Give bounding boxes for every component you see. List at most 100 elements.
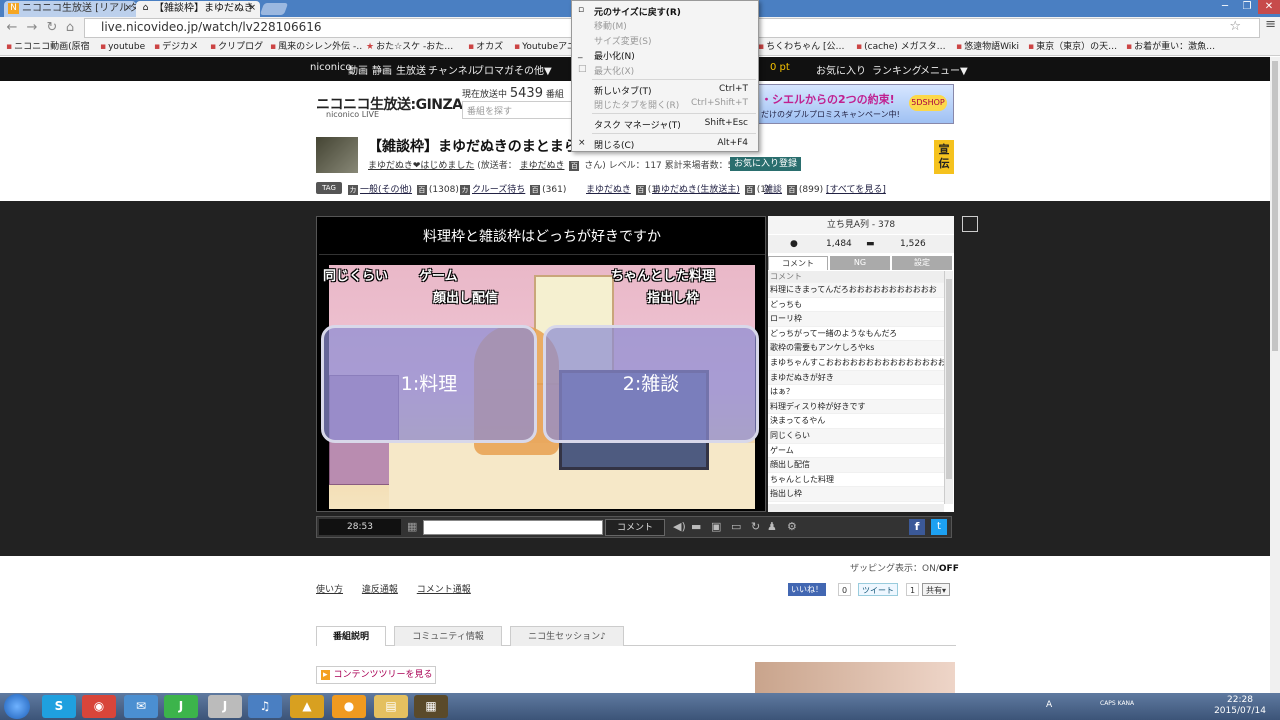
close-tab-icon[interactable]: × xyxy=(124,1,132,16)
menu-close[interactable]: 閉じる(C) xyxy=(594,138,634,151)
fullscreen-toggle[interactable] xyxy=(962,216,978,232)
home-icon[interactable]: ⌂ xyxy=(62,20,78,36)
comment-toggle-icon[interactable]: ▬ xyxy=(691,520,701,533)
comment-row[interactable]: 歌枠の需要もアンケしろやks xyxy=(768,341,944,356)
bookmark-item[interactable]: ▪ オカズ xyxy=(468,40,510,54)
ng-icon[interactable]: ▣ xyxy=(711,520,721,533)
add-favorite-button[interactable]: お気に入り登録 xyxy=(730,157,802,171)
see-all-tags-link[interactable]: [すべてを見る] xyxy=(826,182,886,195)
menu-task-manager[interactable]: タスク マネージャ(T) xyxy=(594,118,681,131)
comment-row[interactable]: 決まってるやん xyxy=(768,414,944,429)
tab-comments[interactable]: コメント xyxy=(768,256,828,270)
comment-row[interactable]: 顔出し配信 xyxy=(768,458,944,473)
comment-row[interactable]: 料理ディスり枠が好きです xyxy=(768,399,944,415)
tag-item[interactable]: まゆだぬき 百 (1) xyxy=(586,182,660,195)
tab-community-info[interactable]: コミュニティ情報 xyxy=(394,626,502,646)
dictionary-icon[interactable]: 百 xyxy=(569,161,580,171)
jdownloader-icon[interactable]: J xyxy=(208,695,242,718)
post-comment-button[interactable]: コメント xyxy=(605,519,665,536)
taskbar-clock[interactable]: 22:28 2015/07/14 xyxy=(1212,695,1268,717)
content-tree-button[interactable]: ▸ コンテンツツリーを見る xyxy=(316,666,436,684)
comment-row[interactable]: どっちがって一緒のようなもんだろ xyxy=(768,327,944,342)
video-player[interactable]: 料理枠と雑談枠はどっちが好きですか 同じくらい ゲーム 顔出し配信 ちゃんとした… xyxy=(316,216,766,512)
close-tab-icon[interactable]: × xyxy=(248,1,256,16)
bookmark-item[interactable]: ▪ ちくわちゃん [公… xyxy=(758,40,850,54)
start-button[interactable] xyxy=(4,694,30,719)
tag-badge[interactable]: TAG xyxy=(316,182,342,194)
menu-restore[interactable]: 元のサイズに戻す(R) xyxy=(594,5,681,18)
itunes-icon[interactable]: ♫ xyxy=(248,695,282,718)
settings-gear-icon[interactable]: ⚙ xyxy=(787,520,797,533)
close-window-icon[interactable]: ✕ xyxy=(1258,0,1280,14)
poll-choice-2[interactable]: 2:雑談 xyxy=(543,325,759,443)
comment-row[interactable]: 同じくらい xyxy=(768,428,944,444)
points-display[interactable]: 0 pt xyxy=(770,62,790,73)
app-orange-icon[interactable]: ● xyxy=(332,695,366,718)
comment-row[interactable]: はぁ？ xyxy=(768,385,944,400)
caster-link[interactable]: まゆだぬき xyxy=(520,161,565,171)
tab-settings[interactable]: 設定 xyxy=(892,256,952,270)
volume-icon[interactable]: ◀) xyxy=(673,520,686,533)
nav-live[interactable]: 生放送 xyxy=(396,62,426,77)
comment-row[interactable]: まゆちゃんすこおおおおおおおおおおおおおおおお xyxy=(768,356,944,371)
menu-move[interactable]: 移動(M) xyxy=(594,19,627,32)
restore-window-icon[interactable]: ❐ xyxy=(1236,0,1258,14)
community-link[interactable]: まゆだぬき❤はじめました xyxy=(368,161,474,171)
comment-row[interactable]: 料理にきまってんだろおおおおおおおおおおお xyxy=(768,283,944,298)
bookmark-item[interactable]: ▪ クリプログ xyxy=(210,40,272,54)
browser-tab-nicolive[interactable]: N ニコニコ生放送 [リアルタ × xyxy=(4,1,136,17)
bookmark-item[interactable]: ▪ 悠遠物語Wiki xyxy=(956,40,1024,54)
page-scrollbar-thumb[interactable] xyxy=(1272,61,1278,351)
nav-video[interactable]: 動画 xyxy=(348,62,368,77)
bookmark-item[interactable]: ▪ 東京（東京）の天… xyxy=(1028,40,1118,54)
chrome-icon[interactable]: ◉ xyxy=(82,695,116,718)
app-triangle-icon[interactable]: ▲ xyxy=(290,695,324,718)
skype-icon[interactable]: S xyxy=(42,695,76,718)
nav-other[interactable]: その他▼ xyxy=(514,62,552,77)
nav-menu[interactable]: メニュー▼ xyxy=(920,62,968,77)
nav-channel[interactable]: チャンネル xyxy=(428,62,478,77)
comment-hscrollbar[interactable] xyxy=(768,504,944,512)
nav-ranking[interactable]: ランキング xyxy=(872,62,922,77)
nav-seiga[interactable]: 静画 xyxy=(372,62,392,77)
menu-resize[interactable]: サイズ変更(S) xyxy=(594,34,651,47)
zapping-toggle[interactable]: ザッピング表示：ON/OFF xyxy=(850,561,959,574)
menu-new-tab[interactable]: 新しいタブ(T) xyxy=(594,84,652,97)
tab-ng[interactable]: NG xyxy=(830,256,890,270)
twitter-icon[interactable]: t xyxy=(931,519,947,535)
comment-input[interactable] xyxy=(423,520,603,535)
advertise-button[interactable]: 宣伝 xyxy=(934,140,954,174)
howto-link[interactable]: 使い方 xyxy=(316,585,343,595)
comment-list-header[interactable]: コメント xyxy=(768,271,944,283)
back-arrow-icon[interactable]: ← xyxy=(4,20,20,36)
tag-item[interactable]: カクルーズ待ち 百 (361) xyxy=(458,182,566,195)
ime-indicator[interactable]: A xyxy=(1046,700,1052,710)
tag-item[interactable]: 雑談 百 (899) xyxy=(764,182,823,195)
bookmark-item[interactable]: ▪Youtubeアニ… xyxy=(514,40,576,54)
size-icon[interactable]: ▭ xyxy=(731,520,741,533)
comment-row[interactable]: ゲーム xyxy=(768,444,944,459)
bookmark-item[interactable]: ▪ お着が重い：激魚… xyxy=(1126,40,1222,54)
menu-minimize[interactable]: 最小化(N) xyxy=(594,49,635,62)
tweet-button[interactable]: ツイート xyxy=(858,583,898,596)
bookmark-item[interactable]: ▪ 風来のシレン外伝 -… xyxy=(270,40,362,54)
facebook-icon[interactable]: f xyxy=(909,519,925,535)
comment-row[interactable]: 指出し枠 xyxy=(768,487,944,502)
page-scrollbar[interactable] xyxy=(1270,57,1280,693)
menu-maximize[interactable]: 最大化(X) xyxy=(594,64,634,77)
nav-niconico[interactable]: niconico xyxy=(310,62,351,73)
scrollbar-thumb[interactable] xyxy=(946,279,952,479)
new-tab-button[interactable] xyxy=(259,3,289,15)
facebook-like-button[interactable]: いいね！ xyxy=(788,583,826,596)
tag-item[interactable]: カ一般(その他) 百 (1308) xyxy=(346,182,459,195)
reload-player-icon[interactable]: ↻ xyxy=(751,520,760,533)
game-icon[interactable]: ♟ xyxy=(767,520,777,533)
comment-row[interactable]: まゆだぬきが好き xyxy=(768,370,944,386)
tab-nicolive-session[interactable]: ニコ生セッション♪ xyxy=(510,626,624,646)
bookmark-item[interactable]: ▪ ニコニコ動画(原宿) xyxy=(6,40,90,54)
bookmark-item[interactable]: ★ おた☆スケ -おた… xyxy=(366,40,456,54)
tab-program-description[interactable]: 番組説明 xyxy=(316,626,386,646)
keyboard-icon[interactable]: ▦ xyxy=(407,520,417,533)
program-search-input[interactable]: 番組を探す xyxy=(462,101,572,119)
campaign-banner[interactable]: ・シエルからの2つの約束! だけのダブルプロミスキャンペーン中! 5DSHOP xyxy=(748,84,954,124)
